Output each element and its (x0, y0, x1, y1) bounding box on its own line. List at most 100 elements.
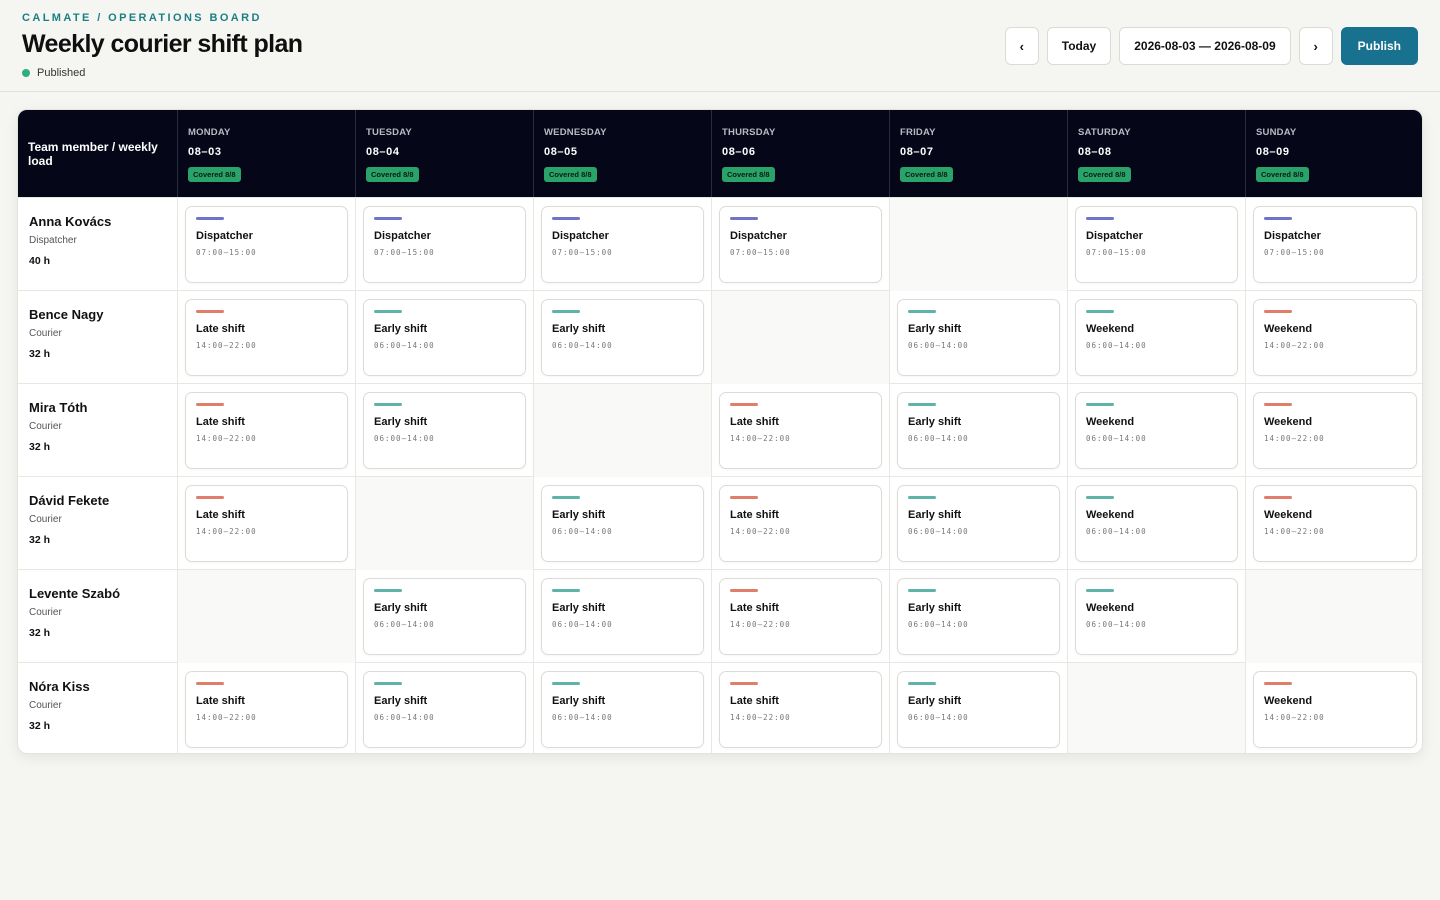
shift-cell[interactable]: Early shift 06:00–14:00 (534, 570, 712, 663)
shift-cell[interactable]: Weekend 14:00–22:00 (1246, 477, 1422, 570)
day-header-saturday: SATURDAY 08–08 Covered 8/8 (1068, 110, 1246, 197)
member-name: Dávid Fekete (29, 493, 110, 508)
shift-card[interactable]: Early shift 06:00–14:00 (897, 578, 1060, 655)
shift-card[interactable]: Early shift 06:00–14:00 (541, 578, 704, 655)
shift-cell[interactable]: Early shift 06:00–14:00 (890, 663, 1068, 753)
shift-time: 14:00–22:00 (730, 620, 791, 629)
shift-cell[interactable]: Weekend 14:00–22:00 (1246, 663, 1422, 753)
shift-cell[interactable]: Dispatcher 07:00–15:00 (712, 198, 890, 291)
shift-cell[interactable]: Late shift 14:00–22:00 (712, 384, 890, 477)
shift-cell[interactable]: Weekend 06:00–14:00 (1068, 570, 1246, 663)
shift-time: 14:00–22:00 (196, 713, 257, 722)
shift-cell[interactable]: Early shift 06:00–14:00 (356, 663, 534, 753)
shift-card[interactable]: Early shift 06:00–14:00 (897, 671, 1060, 748)
publish-button[interactable]: Publish (1340, 27, 1418, 65)
shift-cell[interactable]: Weekend 06:00–14:00 (1068, 477, 1246, 570)
empty-shift-cell[interactable] (1068, 663, 1246, 753)
shift-cell[interactable]: Weekend 14:00–22:00 (1246, 291, 1422, 384)
shift-card[interactable]: Early shift 06:00–14:00 (363, 299, 526, 376)
shift-label: Dispatcher (196, 230, 253, 242)
shift-card[interactable]: Late shift 14:00–22:00 (719, 578, 882, 655)
shift-label: Late shift (730, 602, 779, 614)
shift-card[interactable]: Early shift 06:00–14:00 (897, 392, 1060, 469)
shift-card[interactable]: Dispatcher 07:00–15:00 (363, 206, 526, 283)
today-button[interactable]: Today (1046, 27, 1112, 65)
date-range-button[interactable]: 2026-08-03 — 2026-08-09 (1119, 27, 1291, 65)
shift-label: Early shift (552, 509, 606, 521)
shift-cell[interactable]: Dispatcher 07:00–15:00 (356, 198, 534, 291)
shift-cell[interactable]: Early shift 06:00–14:00 (890, 291, 1068, 384)
shift-card[interactable]: Dispatcher 07:00–15:00 (1075, 206, 1238, 283)
shift-cell[interactable]: Early shift 06:00–14:00 (534, 663, 712, 753)
shift-cell[interactable]: Early shift 06:00–14:00 (356, 384, 534, 477)
shift-card[interactable]: Weekend 06:00–14:00 (1075, 578, 1238, 655)
empty-shift-cell[interactable] (534, 384, 712, 477)
shift-cell[interactable]: Dispatcher 07:00–15:00 (534, 198, 712, 291)
shift-color-bar (908, 682, 936, 685)
shift-cell[interactable]: Early shift 06:00–14:00 (356, 570, 534, 663)
shift-time: 14:00–22:00 (1264, 713, 1325, 722)
shift-color-bar (1086, 217, 1114, 220)
shift-card[interactable]: Early shift 06:00–14:00 (897, 299, 1060, 376)
shift-card[interactable]: Late shift 14:00–22:00 (719, 392, 882, 469)
shift-cell[interactable]: Dispatcher 07:00–15:00 (178, 198, 356, 291)
shift-card[interactable]: Late shift 14:00–22:00 (719, 485, 882, 562)
shift-cell[interactable]: Weekend 06:00–14:00 (1068, 384, 1246, 477)
shift-card[interactable]: Early shift 06:00–14:00 (541, 299, 704, 376)
shift-cell[interactable]: Late shift 14:00–22:00 (712, 663, 890, 753)
shift-time: 14:00–22:00 (730, 527, 791, 536)
empty-shift-cell[interactable] (178, 570, 356, 663)
shift-card[interactable]: Dispatcher 07:00–15:00 (719, 206, 882, 283)
previous-week-button[interactable]: ‹ (1004, 27, 1039, 65)
shift-card[interactable]: Early shift 06:00–14:00 (363, 671, 526, 748)
member-row: Anna Kovács Dispatcher 40 h Dispatcher 07:00… (18, 197, 1422, 291)
shift-card[interactable]: Dispatcher 07:00–15:00 (185, 206, 348, 283)
empty-shift-cell[interactable] (712, 291, 890, 384)
shift-card[interactable]: Weekend 14:00–22:00 (1253, 392, 1417, 469)
empty-shift-cell[interactable] (1246, 570, 1422, 663)
shift-cell[interactable]: Late shift 14:00–22:00 (178, 384, 356, 477)
shift-cell[interactable]: Early shift 06:00–14:00 (890, 570, 1068, 663)
empty-shift-cell[interactable] (356, 477, 534, 570)
shift-card[interactable]: Early shift 06:00–14:00 (363, 392, 526, 469)
shift-cell[interactable]: Late shift 14:00–22:00 (712, 477, 890, 570)
shift-card[interactable]: Early shift 06:00–14:00 (363, 578, 526, 655)
shift-cell[interactable]: Late shift 14:00–22:00 (178, 291, 356, 384)
shift-cell[interactable]: Late shift 14:00–22:00 (712, 570, 890, 663)
shift-time: 06:00–14:00 (1086, 620, 1147, 629)
shift-card[interactable]: Late shift 14:00–22:00 (185, 299, 348, 376)
shift-time: 07:00–15:00 (1086, 248, 1147, 257)
shift-cell[interactable]: Late shift 14:00–22:00 (178, 477, 356, 570)
shift-card[interactable]: Weekend 06:00–14:00 (1075, 485, 1238, 562)
shift-card[interactable]: Late shift 14:00–22:00 (719, 671, 882, 748)
shift-card[interactable]: Early shift 06:00–14:00 (897, 485, 1060, 562)
shift-cell[interactable]: Late shift 14:00–22:00 (178, 663, 356, 753)
next-week-button[interactable]: › (1298, 27, 1333, 65)
shift-cell[interactable]: Early shift 06:00–14:00 (534, 477, 712, 570)
shift-card[interactable]: Weekend 14:00–22:00 (1253, 671, 1417, 748)
shift-cell[interactable]: Dispatcher 07:00–15:00 (1068, 198, 1246, 291)
empty-shift-cell[interactable] (890, 198, 1068, 291)
shift-card[interactable]: Weekend 14:00–22:00 (1253, 299, 1417, 376)
shift-card[interactable]: Early shift 06:00–14:00 (541, 485, 704, 562)
shift-cell[interactable]: Early shift 06:00–14:00 (356, 291, 534, 384)
shift-card[interactable]: Late shift 14:00–22:00 (185, 392, 348, 469)
shift-cell[interactable]: Dispatcher 07:00–15:00 (1246, 198, 1422, 291)
shift-cell[interactable]: Weekend 06:00–14:00 (1068, 291, 1246, 384)
shift-card[interactable]: Dispatcher 07:00–15:00 (1253, 206, 1417, 283)
shift-card[interactable]: Late shift 14:00–22:00 (185, 485, 348, 562)
shift-card[interactable]: Weekend 06:00–14:00 (1075, 299, 1238, 376)
shift-cell[interactable]: Early shift 06:00–14:00 (534, 291, 712, 384)
shift-card[interactable]: Weekend 14:00–22:00 (1253, 485, 1417, 562)
shift-card[interactable]: Early shift 06:00–14:00 (541, 671, 704, 748)
shift-card[interactable]: Weekend 06:00–14:00 (1075, 392, 1238, 469)
day-header-tuesday: TUESDAY 08–04 Covered 8/8 (356, 110, 534, 197)
shift-card[interactable]: Dispatcher 07:00–15:00 (541, 206, 704, 283)
shift-cell[interactable]: Weekend 14:00–22:00 (1246, 384, 1422, 477)
member-weekly-load: 40 h (29, 255, 51, 267)
shift-color-bar (908, 589, 936, 592)
shift-card[interactable]: Late shift 14:00–22:00 (185, 671, 348, 748)
shift-cell[interactable]: Early shift 06:00–14:00 (890, 384, 1068, 477)
shift-cell[interactable]: Early shift 06:00–14:00 (890, 477, 1068, 570)
member-row: Mira Tóth Courier 32 h Late shift 14:00–22:0… (18, 383, 1422, 477)
